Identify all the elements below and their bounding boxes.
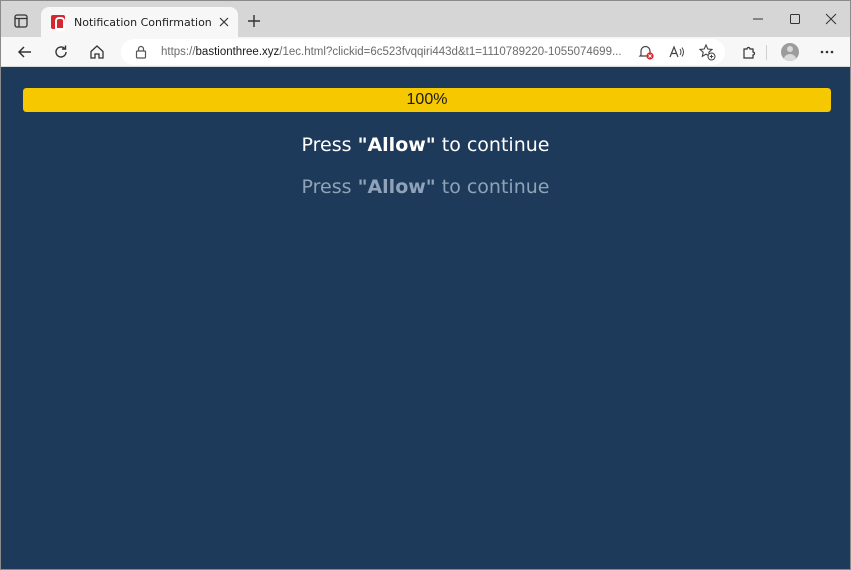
home-button[interactable]	[83, 38, 111, 66]
page-content: 100% Press "Allow" to continue Press "Al…	[1, 68, 850, 569]
close-window-button[interactable]	[812, 1, 850, 37]
url-text[interactable]: https://bastionthree.xyz/1ec.html?clicki…	[161, 46, 633, 58]
address-bar[interactable]: https://bastionthree.xyz/1ec.html?clicki…	[121, 39, 725, 65]
avatar-icon	[781, 43, 799, 61]
toolbar-separator	[766, 45, 767, 60]
plus-icon	[248, 15, 260, 27]
allow-instruction-secondary: Press "Allow" to continue	[1, 176, 850, 198]
home-icon	[90, 45, 104, 59]
back-button[interactable]	[11, 38, 39, 66]
maximize-button[interactable]	[776, 1, 814, 37]
instruction-before: Press	[301, 176, 358, 198]
puzzle-icon	[743, 46, 756, 59]
extensions-button[interactable]	[735, 38, 763, 66]
notification-blocked-icon[interactable]	[636, 43, 656, 61]
browser-toolbar: https://bastionthree.xyz/1ec.html?clicki…	[1, 37, 850, 67]
read-aloud-icon[interactable]	[667, 43, 687, 61]
profile-button[interactable]	[776, 38, 804, 66]
url-scheme: https://	[161, 46, 196, 58]
url-path: /1ec.html?clickid=6c523fvqqiri443d&t1=11…	[279, 46, 622, 58]
lock-icon[interactable]	[135, 45, 149, 59]
allow-instruction-primary: Press "Allow" to continue	[1, 134, 850, 156]
close-icon	[825, 13, 837, 25]
maximize-icon	[790, 14, 800, 24]
tab-actions-icon	[14, 14, 28, 28]
tab-close-icon[interactable]	[215, 13, 233, 31]
add-favorite-icon[interactable]	[697, 43, 717, 61]
arrow-left-icon	[17, 46, 31, 58]
reload-icon	[55, 45, 67, 58]
tab-active[interactable]: Notification Confirmation	[41, 7, 238, 37]
tab-actions-button[interactable]	[7, 8, 35, 34]
ellipsis-icon	[820, 50, 834, 54]
tab-strip: Notification Confirmation	[1, 1, 850, 37]
instruction-after: to continue	[435, 134, 550, 156]
instruction-before: Press	[301, 134, 358, 156]
site-favicon-icon	[51, 15, 65, 31]
browser-window: Notification Confirmation https://bastio…	[0, 0, 851, 570]
more-menu-button[interactable]	[813, 38, 841, 66]
minimize-icon	[753, 18, 763, 20]
instruction-allow: "Allow"	[357, 134, 436, 156]
reload-button[interactable]	[47, 38, 75, 66]
url-host: bastionthree.xyz	[195, 46, 280, 58]
instruction-after: to continue	[435, 176, 550, 198]
progress-label: 100%	[406, 91, 448, 108]
minimize-button[interactable]	[739, 1, 777, 37]
progress-bar: 100%	[23, 88, 831, 112]
instruction-allow: "Allow"	[357, 176, 436, 198]
new-tab-button[interactable]	[244, 9, 264, 33]
tab-title: Notification Confirmation	[74, 15, 212, 29]
